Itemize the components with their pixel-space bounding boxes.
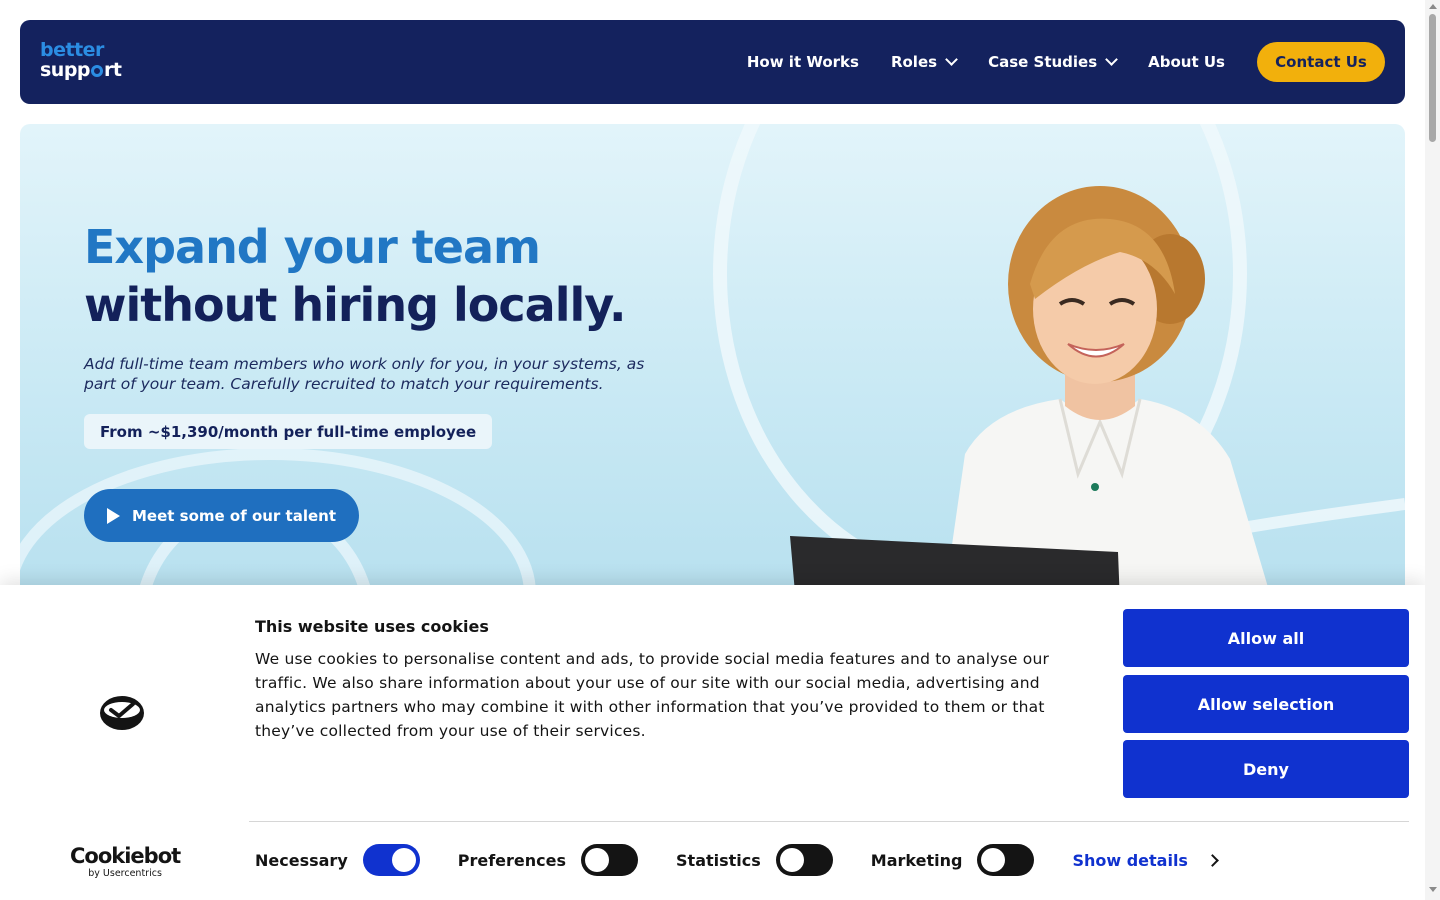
hero-section: Expand your team without hiring locally.… — [20, 124, 1405, 604]
scroll-up-arrow-icon[interactable] — [1429, 4, 1437, 9]
hero-headline-line1: Expand your team — [84, 220, 541, 274]
deny-button[interactable]: Deny — [1123, 740, 1409, 798]
logo-gear-icon — [91, 65, 104, 77]
nav-case-studies-label: Case Studies — [988, 53, 1098, 71]
hero-headline-line2: without hiring locally. — [84, 278, 626, 332]
show-details-label: Show details — [1072, 850, 1188, 870]
contact-us-button[interactable]: Contact Us — [1257, 42, 1385, 82]
cookiebot-brand-sub: by Usercentrics — [88, 868, 162, 879]
hero-subtitle: Add full-time team members who work only… — [84, 355, 645, 393]
toggle-knob — [391, 848, 416, 872]
toggle-label-statistics: Statistics — [676, 850, 761, 870]
scroll-down-arrow-icon[interactable] — [1429, 887, 1437, 892]
toggle-knob — [981, 848, 1006, 872]
allow-all-button[interactable]: Allow all — [1123, 609, 1409, 667]
nav-about-us-label: About Us — [1148, 53, 1225, 71]
logo-support-part2: rt — [104, 59, 122, 81]
toggle-label-preferences: Preferences — [457, 850, 567, 870]
nav-case-studies[interactable]: Case Studies — [988, 53, 1119, 71]
cookiebot-logo-icon — [100, 696, 144, 730]
cookie-consent-banner: This website uses cookies We use cookies… — [0, 585, 1425, 900]
toggle-knob — [779, 848, 804, 872]
nav-how-it-works-label: How it Works — [746, 53, 859, 71]
hero-person-image — [790, 186, 1270, 604]
logo-support-part1: supp — [40, 59, 91, 81]
better-support-logo[interactable]: better supp rt — [40, 40, 122, 80]
site-header: better supp rt How it Works Roles Case St… — [20, 20, 1405, 104]
toggle-preferences[interactable] — [581, 844, 639, 876]
cookie-title: This website uses cookies — [255, 617, 489, 636]
cookie-divider — [249, 821, 1409, 822]
chevron-down-icon — [945, 53, 958, 66]
cookie-category-toggles: Necessary Preferences Statistics Marketi… — [255, 844, 1219, 876]
toggle-knob — [585, 848, 610, 872]
toggle-label-marketing: Marketing — [870, 850, 963, 870]
nav-about-us[interactable]: About Us — [1148, 53, 1225, 71]
meet-talent-button[interactable]: Meet some of our talent — [84, 489, 359, 542]
allow-selection-button[interactable]: Allow selection — [1123, 675, 1409, 733]
toggle-marketing[interactable] — [977, 844, 1035, 876]
scrollbar-thumb[interactable] — [1429, 14, 1436, 142]
cookie-description: We use cookies to personalise content an… — [255, 650, 1050, 740]
nav-how-it-works[interactable]: How it Works — [747, 53, 859, 71]
nav-roles[interactable]: Roles — [890, 53, 958, 71]
cookiebot-brand-name: Cookiebot — [70, 844, 181, 868]
toggle-necessary[interactable] — [362, 844, 420, 876]
toggle-statistics[interactable] — [775, 844, 833, 876]
chevron-down-icon — [1105, 53, 1119, 66]
logo-word-support: supp rt — [40, 60, 122, 80]
page-scrollbar[interactable] — [1425, 0, 1440, 900]
nav-roles-label: Roles — [890, 53, 938, 71]
chevron-right-icon — [1206, 853, 1219, 867]
meet-talent-label: Meet some of our talent — [131, 506, 337, 525]
price-badge: From ~$1,390/month per full-time employe… — [84, 414, 493, 449]
logo-word-better: better — [40, 39, 104, 61]
toggle-label-necessary: Necessary — [255, 850, 348, 870]
show-details-link[interactable]: Show details — [1072, 850, 1219, 870]
main-nav: How it Works Roles Case Studies About Us… — [747, 42, 1385, 82]
play-icon — [106, 507, 120, 524]
cookiebot-brand: Cookiebot by Usercentrics — [70, 844, 181, 879]
